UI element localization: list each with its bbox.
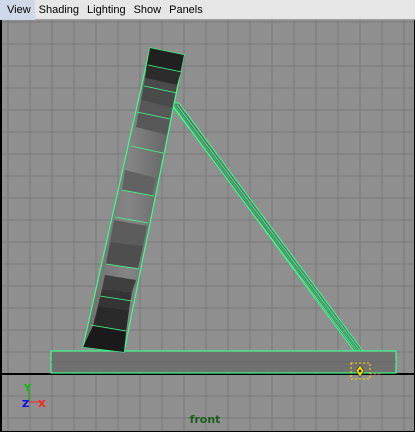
maya-viewport-panel: View Shading Lighting Show Panels Y Z X … bbox=[0, 0, 415, 432]
menu-show[interactable]: Show bbox=[130, 0, 166, 20]
panel-menubar: View Shading Lighting Show Panels bbox=[0, 0, 415, 20]
menu-lighting[interactable]: Lighting bbox=[83, 0, 130, 20]
camera-name-label: front bbox=[190, 413, 221, 426]
axis-x-label: X bbox=[38, 399, 46, 410]
front-viewport[interactable]: Y Z X front bbox=[0, 20, 415, 432]
menu-view[interactable]: View bbox=[0, 0, 35, 20]
viewport-canvas[interactable]: Y Z X front bbox=[2, 20, 414, 431]
menu-shading[interactable]: Shading bbox=[35, 0, 83, 20]
menu-panels[interactable]: Panels bbox=[165, 0, 207, 20]
base-beam[interactable] bbox=[50, 350, 397, 374]
axis-y-label: Y bbox=[23, 383, 32, 394]
axis-z-label: Z bbox=[22, 399, 29, 410]
